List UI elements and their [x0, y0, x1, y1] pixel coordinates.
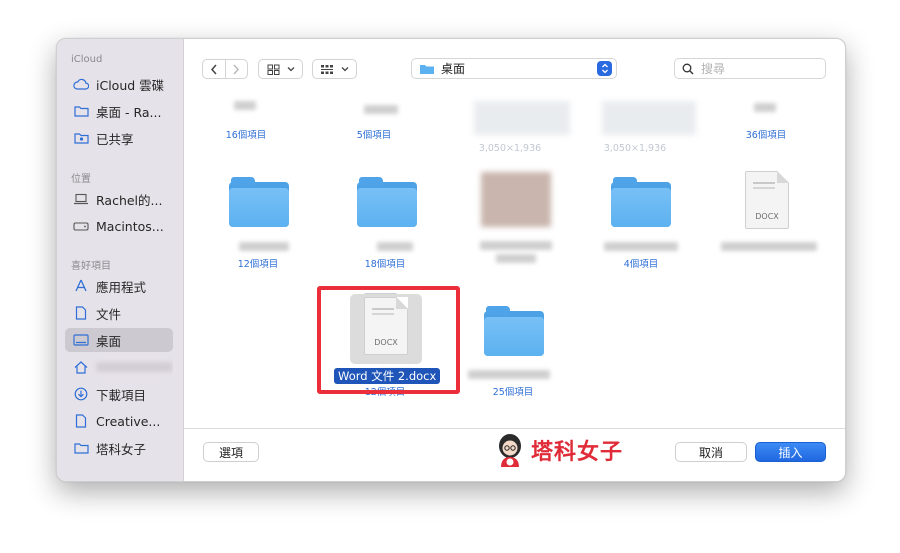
chevron-down-icon: [287, 67, 294, 72]
folder-icon[interactable]: [357, 177, 417, 227]
item-name-blurred: [604, 242, 678, 251]
sidebar-item-label: Macintos...: [96, 218, 164, 234]
item-count[interactable]: 5個項目: [314, 127, 434, 141]
view-mode-button[interactable]: [258, 59, 303, 79]
insert-button[interactable]: 插入: [755, 442, 826, 462]
folder-icon[interactable]: [611, 177, 671, 227]
sidebar-item-tako[interactable]: 塔科女子: [65, 436, 173, 460]
file-open-dialog: iCloud iCloud 雲碟 桌面 - Ra... 已共享 位置 Rache…: [56, 38, 846, 482]
sidebar-item-downloads[interactable]: 下載項目: [65, 382, 173, 406]
sidebar-item-home[interactable]: [65, 355, 173, 379]
item-name-blurred: [468, 370, 550, 379]
forward-button[interactable]: [226, 60, 247, 78]
sidebar-item-label-blurred: [96, 362, 173, 372]
main-pane: 桌面 搜尋 16個項目 5個項目 3,050×1,936 3,050×1,936…: [184, 39, 845, 481]
item-name-blurred: [234, 101, 256, 110]
sidebar-item-label: 塔科女子: [96, 441, 147, 457]
folder-icon: [73, 103, 89, 119]
sidebar-item-label: iCloud 雲碟: [96, 77, 165, 93]
sidebar-item-label: 桌面: [96, 333, 122, 349]
back-button[interactable]: [203, 60, 226, 78]
docx-file-icon[interactable]: DOCX: [745, 171, 789, 229]
image-dimensions: 3,050×1,936: [478, 143, 542, 154]
item-count[interactable]: 36個項目: [706, 127, 826, 141]
sidebar-section-icloud: iCloud: [71, 54, 103, 65]
shared-folder-icon: [73, 130, 89, 146]
sidebar-item-label: Creative...: [96, 413, 161, 429]
cancel-button[interactable]: 取消: [675, 442, 747, 462]
item-name-blurred: [496, 254, 536, 263]
mascot-logo-icon: [499, 434, 521, 467]
item-name-blurred: [364, 105, 398, 114]
image-dimensions: 3,050×1,936: [603, 143, 667, 154]
disk-icon: [73, 218, 89, 234]
document-icon: [73, 305, 89, 321]
chevron-down-icon: [341, 67, 349, 72]
home-icon: [73, 359, 89, 375]
sidebar-item-label: Rachel的...: [96, 192, 163, 208]
location-label: 桌面: [441, 62, 466, 76]
sidebar-item-label: 桌面 - Ra...: [96, 104, 162, 120]
folder-icon: [73, 440, 89, 456]
sidebar-item-rachel-mac[interactable]: Rachel的...: [65, 187, 173, 211]
item-name-blurred: [377, 242, 413, 251]
download-icon: [73, 386, 89, 402]
image-thumbnail[interactable]: [474, 101, 570, 135]
sidebar-item-icloud-drive[interactable]: iCloud 雲碟: [65, 72, 173, 96]
sidebar-item-label: 文件: [96, 306, 122, 322]
apps-icon: [73, 278, 89, 294]
sidebar-item-creative[interactable]: Creative...: [65, 409, 173, 433]
watermark-text: 塔科女子: [531, 440, 624, 465]
cloud-icon: [73, 76, 89, 92]
item-count[interactable]: 12個項目: [198, 256, 318, 270]
sidebar-item-label: 應用程式: [96, 279, 147, 295]
sidebar-item-shared[interactable]: 已共享: [65, 126, 173, 150]
sidebar-item-label: 已共享: [96, 131, 134, 147]
folder-icon[interactable]: [484, 306, 544, 356]
sidebar-section-favorites: 喜好項目: [71, 261, 111, 272]
sidebar-item-macintosh-hd[interactable]: Macintos...: [65, 214, 173, 238]
group-icon: [321, 64, 333, 74]
item-name-blurred: [754, 103, 776, 112]
item-name-blurred: [480, 241, 552, 250]
search-field[interactable]: 搜尋: [674, 58, 826, 79]
laptop-icon: [73, 191, 89, 207]
sidebar-item-documents[interactable]: 文件: [65, 301, 173, 325]
item-count[interactable]: 18個項目: [325, 256, 445, 270]
options-button[interactable]: 選項: [203, 442, 259, 462]
folder-icon: [420, 64, 434, 74]
item-count[interactable]: 4個項目: [581, 256, 701, 270]
sidebar-item-applications[interactable]: 應用程式: [65, 274, 173, 298]
search-icon: [682, 63, 694, 74]
watermark: 塔科女子: [495, 433, 623, 467]
sidebar-item-desktop[interactable]: 桌面: [65, 328, 173, 352]
item-count[interactable]: 25個項目: [453, 384, 573, 398]
toolbar: 桌面 搜尋: [184, 39, 845, 99]
search-placeholder: 搜尋: [701, 62, 726, 76]
file-grid: 16個項目 5個項目 3,050×1,936 3,050×1,936 36個項目…: [184, 99, 845, 429]
chevron-left-icon: [210, 64, 217, 74]
sidebar: iCloud iCloud 雲碟 桌面 - Ra... 已共享 位置 Rache…: [57, 39, 184, 481]
location-popup[interactable]: 桌面: [411, 58, 617, 79]
desktop-icon: [73, 332, 89, 348]
item-name-blurred: [239, 242, 289, 251]
selection-highlight-box: [317, 286, 460, 394]
nav-buttons: [202, 59, 248, 79]
item-count[interactable]: 16個項目: [186, 127, 306, 141]
sidebar-item-desktop-rachel[interactable]: 桌面 - Ra...: [65, 99, 173, 123]
sidebar-section-locations: 位置: [71, 174, 91, 185]
folder-icon[interactable]: [229, 177, 289, 227]
popup-arrows-icon: [597, 61, 612, 76]
sidebar-item-label: 下載項目: [96, 387, 147, 403]
chevron-right-icon: [233, 64, 240, 74]
grid-view-icon: [267, 64, 279, 75]
group-button[interactable]: [312, 59, 357, 79]
file-type-label: DOCX: [755, 212, 779, 221]
bottom-bar: 選項 塔科女子 取消 插入: [184, 428, 845, 481]
image-thumbnail[interactable]: [602, 101, 696, 135]
item-name-blurred: [721, 242, 817, 251]
image-thumbnail[interactable]: [481, 172, 551, 227]
file-icon: [73, 413, 89, 429]
